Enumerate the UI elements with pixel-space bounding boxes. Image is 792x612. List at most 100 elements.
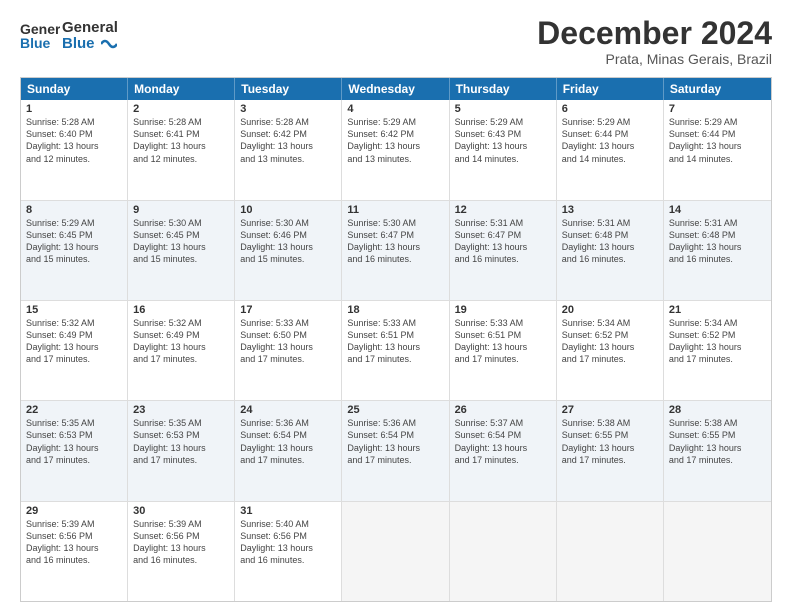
- header-friday: Friday: [557, 78, 664, 100]
- cell-info-line: Sunset: 6:52 PM: [562, 329, 658, 341]
- cell-info-line: Sunset: 6:41 PM: [133, 128, 229, 140]
- day-number: 1: [26, 103, 122, 115]
- day-cell-8: 8Sunrise: 5:29 AMSunset: 6:45 PMDaylight…: [21, 201, 128, 300]
- cell-info-line: Sunset: 6:53 PM: [26, 429, 122, 441]
- day-cell-4: 4Sunrise: 5:29 AMSunset: 6:42 PMDaylight…: [342, 100, 449, 199]
- day-number: 26: [455, 404, 551, 416]
- cell-info-line: Sunset: 6:51 PM: [455, 329, 551, 341]
- cell-info-line: Sunrise: 5:30 AM: [347, 217, 443, 229]
- cell-info-line: and 15 minutes.: [240, 253, 336, 265]
- cell-info-line: Sunset: 6:51 PM: [347, 329, 443, 341]
- day-number: 14: [669, 204, 766, 216]
- cell-info-line: Sunrise: 5:35 AM: [26, 417, 122, 429]
- cell-info-line: Sunrise: 5:34 AM: [562, 317, 658, 329]
- cell-info-line: Daylight: 13 hours: [347, 241, 443, 253]
- day-number: 7: [669, 103, 766, 115]
- cell-info-line: Sunset: 6:45 PM: [26, 229, 122, 241]
- cell-info-line: and 17 minutes.: [562, 353, 658, 365]
- cell-info-line: Sunset: 6:54 PM: [347, 429, 443, 441]
- cell-info-line: Sunset: 6:52 PM: [669, 329, 766, 341]
- calendar-body: 1Sunrise: 5:28 AMSunset: 6:40 PMDaylight…: [21, 100, 771, 601]
- cell-info-line: and 16 minutes.: [240, 554, 336, 566]
- logo: General Blue General Blue: [20, 16, 118, 56]
- cell-info-line: Sunset: 6:54 PM: [240, 429, 336, 441]
- cell-info-line: and 17 minutes.: [455, 353, 551, 365]
- cell-info-line: Daylight: 13 hours: [133, 341, 229, 353]
- cell-info-line: Sunset: 6:48 PM: [669, 229, 766, 241]
- cell-info-line: and 12 minutes.: [26, 153, 122, 165]
- header-monday: Monday: [128, 78, 235, 100]
- day-number: 19: [455, 304, 551, 316]
- cell-info-line: and 17 minutes.: [26, 454, 122, 466]
- cell-info-line: Daylight: 13 hours: [347, 140, 443, 152]
- cell-info-line: Daylight: 13 hours: [562, 241, 658, 253]
- cell-info-line: Daylight: 13 hours: [455, 241, 551, 253]
- cell-info-line: Sunrise: 5:38 AM: [669, 417, 766, 429]
- cell-info-line: Sunset: 6:44 PM: [669, 128, 766, 140]
- day-cell-31: 31Sunrise: 5:40 AMSunset: 6:56 PMDayligh…: [235, 502, 342, 601]
- cell-info-line: Daylight: 13 hours: [26, 241, 122, 253]
- cell-info-line: Sunrise: 5:35 AM: [133, 417, 229, 429]
- day-cell-24: 24Sunrise: 5:36 AMSunset: 6:54 PMDayligh…: [235, 401, 342, 500]
- location: Prata, Minas Gerais, Brazil: [537, 51, 772, 67]
- cell-info-line: and 16 minutes.: [133, 554, 229, 566]
- calendar-row-5: 29Sunrise: 5:39 AMSunset: 6:56 PM Dayligh…: [21, 502, 771, 601]
- cell-info-line: Daylight: 13 hours: [669, 442, 766, 454]
- day-cell-17: 17Sunrise: 5:33 AMSunset: 6:50 PMDayligh…: [235, 301, 342, 400]
- day-cell-5: 5Sunrise: 5:29 AMSunset: 6:43 PMDaylight…: [450, 100, 557, 199]
- cell-info-line: and 17 minutes.: [347, 454, 443, 466]
- day-cell-29: 29Sunrise: 5:39 AMSunset: 6:56 PMDayligh…: [21, 502, 128, 601]
- logo-wave-icon: [101, 36, 117, 52]
- day-number: 29: [26, 505, 122, 517]
- cell-info-line: Daylight: 13 hours: [240, 241, 336, 253]
- cell-info-line: and 16 minutes.: [455, 253, 551, 265]
- cell-info-line: Daylight: 13 hours: [347, 341, 443, 353]
- cell-info-line: Daylight: 13 hours: [133, 542, 229, 554]
- cell-info-line: Sunrise: 5:29 AM: [455, 116, 551, 128]
- day-cell-10: 10Sunrise: 5:30 AMSunset: 6:46 PMDayligh…: [235, 201, 342, 300]
- logo-blue: Blue: [62, 35, 95, 52]
- header-thursday: Thursday: [450, 78, 557, 100]
- cell-info-line: Sunrise: 5:29 AM: [562, 116, 658, 128]
- calendar-row-1: 1Sunrise: 5:28 AMSunset: 6:40 PMDaylight…: [21, 100, 771, 200]
- svg-text:Blue: Blue: [20, 35, 51, 51]
- day-number: 8: [26, 204, 122, 216]
- cell-info-line: Daylight: 13 hours: [455, 341, 551, 353]
- cell-info-line: Sunset: 6:56 PM: [26, 530, 122, 542]
- day-number: 22: [26, 404, 122, 416]
- cell-info-line: Daylight: 13 hours: [562, 140, 658, 152]
- calendar: SundayMondayTuesdayWednesdayThursdayFrid…: [20, 77, 772, 602]
- cell-info-line: Sunrise: 5:31 AM: [669, 217, 766, 229]
- cell-info-line: Sunrise: 5:34 AM: [669, 317, 766, 329]
- day-cell-16: 16Sunrise: 5:32 AMSunset: 6:49 PMDayligh…: [128, 301, 235, 400]
- cell-info-line: Daylight: 13 hours: [669, 341, 766, 353]
- empty-cell: [557, 502, 664, 601]
- cell-info-line: Sunrise: 5:33 AM: [240, 317, 336, 329]
- cell-info-line: Daylight: 13 hours: [347, 442, 443, 454]
- day-cell-27: 27Sunrise: 5:38 AMSunset: 6:55 PMDayligh…: [557, 401, 664, 500]
- day-number: 18: [347, 304, 443, 316]
- cell-info-line: Sunrise: 5:29 AM: [669, 116, 766, 128]
- cell-info-line: and 13 minutes.: [347, 153, 443, 165]
- cell-info-line: Sunrise: 5:39 AM: [26, 518, 122, 530]
- cell-info-line: Daylight: 13 hours: [455, 140, 551, 152]
- cell-info-line: Sunrise: 5:33 AM: [455, 317, 551, 329]
- cell-info-line: Daylight: 13 hours: [26, 341, 122, 353]
- cell-info-line: and 17 minutes.: [455, 454, 551, 466]
- cell-info-line: and 17 minutes.: [240, 353, 336, 365]
- cell-info-line: Daylight: 13 hours: [240, 542, 336, 554]
- cell-info-line: and 17 minutes.: [669, 353, 766, 365]
- day-cell-6: 6Sunrise: 5:29 AMSunset: 6:44 PMDaylight…: [557, 100, 664, 199]
- cell-info-line: and 15 minutes.: [26, 253, 122, 265]
- cell-info-line: Sunset: 6:55 PM: [669, 429, 766, 441]
- day-cell-18: 18Sunrise: 5:33 AMSunset: 6:51 PMDayligh…: [342, 301, 449, 400]
- cell-info-line: Sunrise: 5:31 AM: [455, 217, 551, 229]
- cell-info-line: Daylight: 13 hours: [240, 140, 336, 152]
- header-sunday: Sunday: [21, 78, 128, 100]
- cell-info-line: Daylight: 13 hours: [562, 442, 658, 454]
- header: General Blue General Blue: [20, 16, 772, 67]
- empty-cell: [450, 502, 557, 601]
- cell-info-line: Daylight: 13 hours: [26, 140, 122, 152]
- cell-info-line: Sunset: 6:50 PM: [240, 329, 336, 341]
- cell-info-line: Sunrise: 5:29 AM: [347, 116, 443, 128]
